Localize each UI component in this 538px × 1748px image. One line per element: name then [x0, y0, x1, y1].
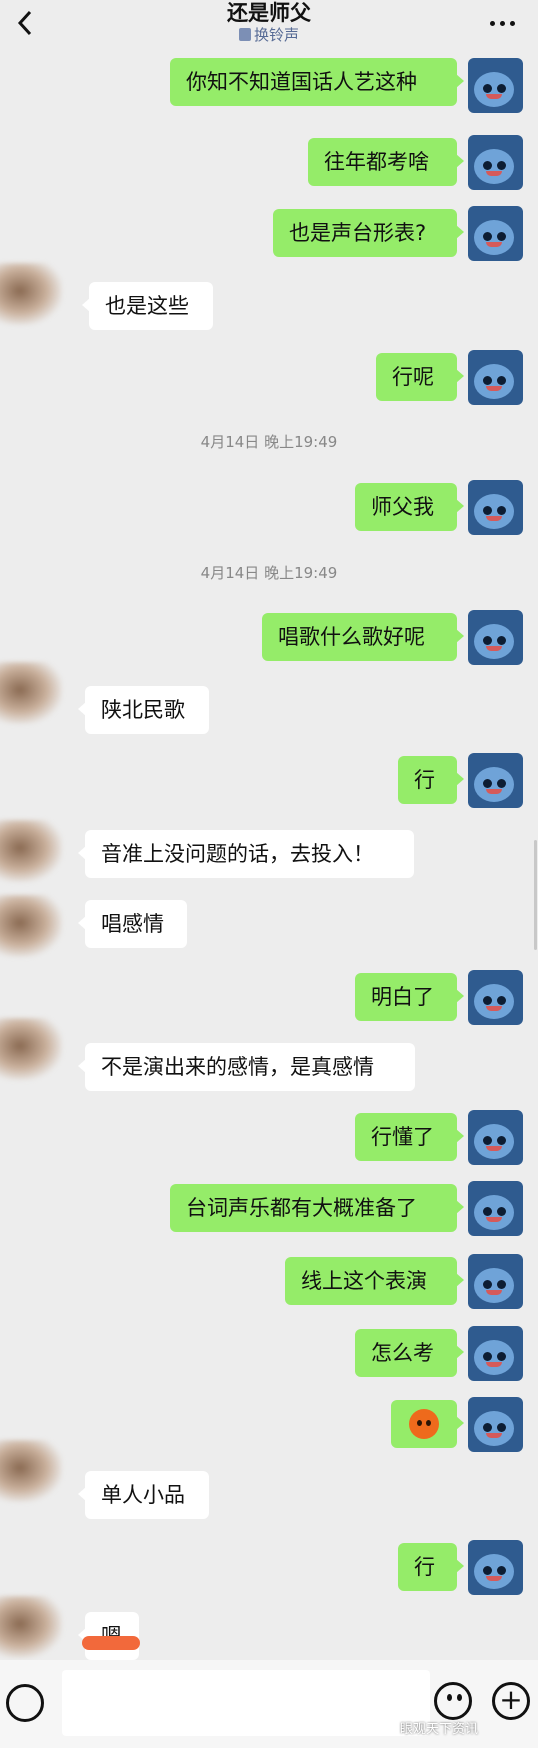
chat-bubble-sent[interactable]: 台词声乐都有大概准备了 [170, 1184, 464, 1232]
contact-avatar[interactable] [0, 662, 62, 724]
contact-avatar[interactable] [0, 263, 62, 325]
chat-bubble-sent[interactable]: 也是声台形表? [273, 209, 464, 257]
my-avatar[interactable] [468, 753, 523, 808]
my-avatar[interactable] [468, 970, 523, 1025]
timestamp: 4月14日 晚上19:49 [200, 433, 338, 451]
chat-bubble-received[interactable]: 音准上没问题的话，去投入！ [78, 830, 414, 878]
contact-avatar[interactable] [0, 1596, 62, 1658]
my-avatar[interactable] [468, 350, 523, 405]
voice-input-icon[interactable] [6, 1684, 44, 1722]
more-options-icon[interactable] [488, 18, 518, 28]
ringtone-icon [238, 28, 251, 41]
chat-bubble-sent[interactable]: 怎么考 [355, 1329, 464, 1377]
my-avatar[interactable] [468, 1181, 523, 1236]
contact-avatar[interactable] [0, 820, 62, 882]
emoji-sticker-icon [409, 1409, 439, 1439]
watermark: 眼观天下资讯 [400, 1722, 479, 1737]
my-avatar[interactable] [468, 1254, 523, 1309]
my-avatar[interactable] [468, 480, 523, 535]
chat-bubble-sent[interactable]: 往年都考啥 [308, 138, 464, 186]
chat-bubble-received[interactable]: 不是演出来的感情，是真感情 [78, 1043, 415, 1091]
chat-bubble-sent[interactable]: 线上这个表演 [285, 1257, 464, 1305]
chat-bubble-sent[interactable]: 行 [398, 756, 464, 804]
ringtone-link[interactable]: 换铃声 [0, 26, 538, 44]
my-avatar[interactable] [468, 135, 523, 190]
my-avatar[interactable] [468, 206, 523, 261]
chat-bubble-received[interactable]: 唱感情 [78, 900, 187, 948]
chat-bubble-received[interactable]: 单人小品 [78, 1471, 209, 1519]
chat-bubble-sent[interactable]: 唱歌什么歌好呢 [262, 613, 464, 661]
chat-bubble-sent[interactable]: 行呢 [376, 353, 464, 401]
emoji-picker-icon[interactable] [434, 1682, 472, 1720]
chat-bubble-sent[interactable]: 行 [398, 1543, 464, 1591]
chat-bubble-sent[interactable]: 你知不知道国话人艺这种 [170, 58, 464, 106]
my-avatar[interactable] [468, 610, 523, 665]
chat-bubble-sent[interactable]: 师父我 [355, 483, 464, 531]
chat-bubble-sent[interactable]: 行懂了 [355, 1113, 464, 1161]
my-avatar[interactable] [468, 1540, 523, 1595]
chat-title: 还是师父 [227, 1, 311, 25]
ringtone-label: 换铃声 [253, 26, 299, 44]
message-input[interactable] [62, 1670, 430, 1736]
my-avatar[interactable] [468, 1326, 523, 1381]
chat-header: 还是师父 换铃声 [0, 0, 538, 50]
scrollbar[interactable] [534, 840, 537, 950]
contact-avatar[interactable] [0, 1440, 62, 1502]
contact-avatar[interactable] [0, 895, 62, 957]
chat-bubble-sent[interactable] [391, 1400, 464, 1448]
chat-bubble-sent[interactable]: 明白了 [355, 973, 464, 1021]
timestamp: 4月14日 晚上19:49 [200, 564, 338, 582]
annotation-mark [82, 1636, 140, 1650]
contact-avatar[interactable] [0, 1018, 62, 1080]
my-avatar[interactable] [468, 58, 523, 113]
my-avatar[interactable] [468, 1110, 523, 1165]
more-actions-icon[interactable]: + [492, 1682, 530, 1720]
chat-bubble-received[interactable]: 陕北民歌 [78, 686, 209, 734]
chat-bubble-received[interactable]: 也是这些 [82, 282, 213, 330]
my-avatar[interactable] [468, 1397, 523, 1452]
